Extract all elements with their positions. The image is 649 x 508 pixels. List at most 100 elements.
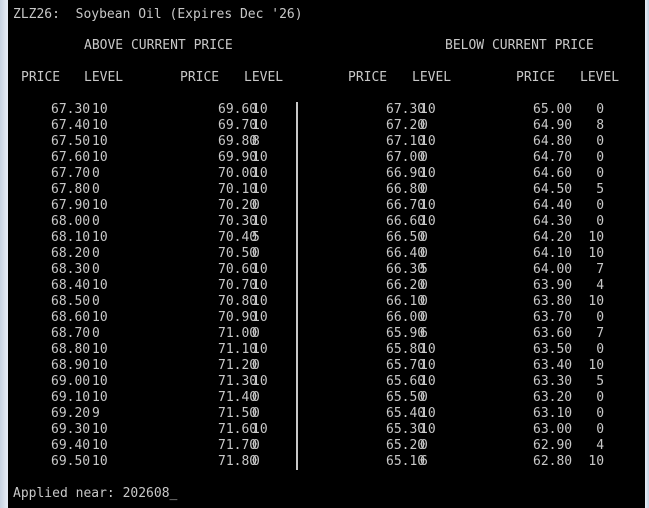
below-level: 10 xyxy=(420,198,436,213)
below-level: 4 xyxy=(596,438,605,453)
above-price: 68.30 xyxy=(51,262,91,277)
above-level: 8 xyxy=(252,134,260,149)
above-level: 10 xyxy=(252,422,268,437)
below-price: 63.10 xyxy=(533,406,573,421)
above-price: 69.30 xyxy=(51,422,91,437)
below-level: 0 xyxy=(596,150,605,165)
table-row: 67.40 10 69.70 10 67.20 0 64.90 8 xyxy=(8,118,645,134)
below-level: 0 xyxy=(596,134,605,149)
above-level: 10 xyxy=(252,374,268,389)
below-level: 10 xyxy=(588,294,605,309)
above-level: 10 xyxy=(92,198,108,213)
below-level: 0 xyxy=(596,390,605,405)
above-level: 10 xyxy=(92,342,108,357)
table-row: 67.90 10 70.20 0 66.70 10 64.40 0 xyxy=(8,198,645,214)
below-level: 5 xyxy=(596,374,605,389)
above-level: 0 xyxy=(252,406,260,421)
below-level: 10 xyxy=(588,454,605,469)
below-level: 7 xyxy=(596,326,605,341)
above-level: 0 xyxy=(92,214,100,229)
below-level: 0 xyxy=(596,406,605,421)
col-header-price: PRICE xyxy=(348,70,388,85)
below-level: 0 xyxy=(420,150,428,165)
above-level: 10 xyxy=(92,102,108,117)
table-row: 69.40 10 71.70 0 65.20 0 62.90 4 xyxy=(8,438,645,454)
below-price: 63.60 xyxy=(533,326,573,341)
table-row: 68.10 10 70.40 5 66.50 0 64.20 10 xyxy=(8,230,645,246)
table-row: 68.00 0 70.30 10 66.60 10 64.30 0 xyxy=(8,214,645,230)
below-section-heading: BELOW CURRENT PRICE xyxy=(445,38,594,53)
below-level: 0 xyxy=(596,342,605,357)
above-level: 10 xyxy=(92,390,108,405)
below-level: 10 xyxy=(588,246,605,261)
below-level: 8 xyxy=(596,118,605,133)
below-level: 6 xyxy=(420,326,428,341)
table-row: 68.80 10 71.10 10 65.80 10 63.50 0 xyxy=(8,342,645,358)
below-level: 0 xyxy=(420,182,428,197)
below-level: 6 xyxy=(420,454,428,469)
below-level: 10 xyxy=(420,358,436,373)
table-row: 69.50 10 71.80 0 65.10 6 62.80 10 xyxy=(8,454,645,470)
below-level: 10 xyxy=(420,422,436,437)
above-price: 68.50 xyxy=(51,294,91,309)
below-price: 63.30 xyxy=(533,374,573,389)
above-level: 10 xyxy=(252,278,268,293)
above-price: 68.20 xyxy=(51,246,91,261)
col-header-level: LEVEL xyxy=(412,70,452,85)
below-level: 0 xyxy=(420,118,428,133)
above-level: 10 xyxy=(92,230,108,245)
above-level: 10 xyxy=(92,438,108,453)
console-window: ZLZ26: Soybean Oil (Expires Dec '26) ABO… xyxy=(0,0,649,508)
below-price: 62.80 xyxy=(533,454,573,469)
below-level: 0 xyxy=(420,246,428,261)
above-level: 10 xyxy=(252,166,268,181)
above-level: 9 xyxy=(92,406,100,421)
table-row: 67.30 10 69.60 10 67.30 10 65.00 0 xyxy=(8,102,645,118)
table-row: 68.60 10 70.90 10 66.00 0 63.70 0 xyxy=(8,310,645,326)
table-row: 69.20 9 71.50 0 65.40 10 63.10 0 xyxy=(8,406,645,422)
below-level: 10 xyxy=(588,230,605,245)
col-header-price: PRICE xyxy=(21,70,61,85)
below-price: 63.40 xyxy=(533,358,573,373)
col-header-level: LEVEL xyxy=(84,70,124,85)
above-level: 10 xyxy=(92,374,108,389)
text-cursor: _ xyxy=(169,486,178,501)
below-level: 0 xyxy=(596,166,605,181)
above-level: 10 xyxy=(252,294,268,309)
below-level: 0 xyxy=(596,422,605,437)
above-price: 69.40 xyxy=(51,438,91,453)
below-price: 64.90 xyxy=(533,118,573,133)
below-level: 10 xyxy=(420,134,436,149)
below-price: 65.00 xyxy=(533,102,573,117)
above-level: 0 xyxy=(92,262,100,277)
above-level: 10 xyxy=(92,358,108,373)
below-level: 0 xyxy=(420,438,428,453)
above-level: 10 xyxy=(92,278,108,293)
console-output[interactable]: ZLZ26: Soybean Oil (Expires Dec '26) ABO… xyxy=(8,0,645,508)
table-row: 69.00 10 71.30 10 65.60 10 63.30 5 xyxy=(8,374,645,390)
above-level: 0 xyxy=(92,166,100,181)
below-price: 64.30 xyxy=(533,214,573,229)
table-row: 67.50 10 69.80 8 67.10 10 64.80 0 xyxy=(8,134,645,150)
above-level: 10 xyxy=(92,150,108,165)
above-price: 68.80 xyxy=(51,342,91,357)
below-level: 7 xyxy=(596,262,605,277)
above-price: 69.00 xyxy=(51,374,91,389)
above-level: 10 xyxy=(92,118,108,133)
above-price: 67.90 xyxy=(51,198,91,213)
below-price: 63.20 xyxy=(533,390,573,405)
col-header-level: LEVEL xyxy=(244,70,284,85)
below-price: 64.00 xyxy=(533,262,573,277)
above-level: 10 xyxy=(92,310,108,325)
applied-near-prompt[interactable]: Applied near: 202608_ xyxy=(13,486,177,502)
below-level: 4 xyxy=(596,278,605,293)
above-price: 69.20 xyxy=(51,406,91,421)
above-price: 68.90 xyxy=(51,358,91,373)
below-price: 64.80 xyxy=(533,134,573,149)
above-level: 10 xyxy=(252,150,268,165)
above-price: 67.50 xyxy=(51,134,91,149)
above-level: 10 xyxy=(92,134,108,149)
table-row: 68.20 0 70.50 0 66.40 0 64.10 10 xyxy=(8,246,645,262)
window-frame-right xyxy=(645,0,649,508)
below-price: 64.10 xyxy=(533,246,573,261)
